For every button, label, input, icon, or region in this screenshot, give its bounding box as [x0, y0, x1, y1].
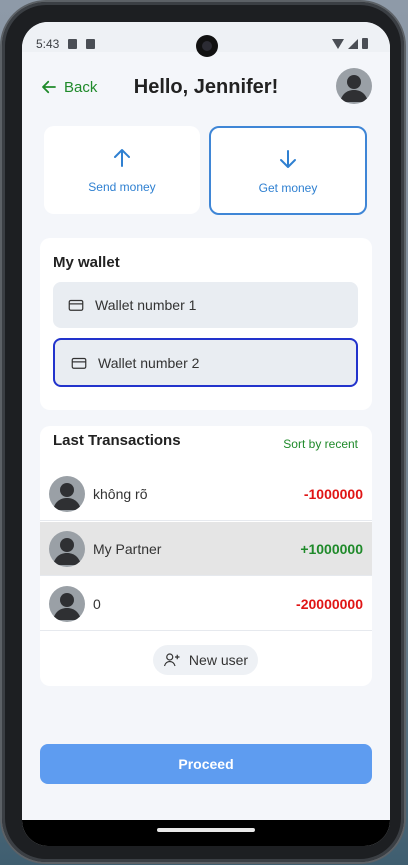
sort-by-recent-link[interactable]: Sort by recent	[283, 437, 358, 451]
sim-card-icon	[86, 39, 95, 49]
front-camera	[196, 35, 218, 57]
avatar	[49, 530, 85, 567]
proceed-button[interactable]: Proceed	[40, 744, 372, 784]
user-avatar-icon	[340, 75, 368, 102]
get-money-label: Get money	[258, 180, 318, 195]
transaction-row[interactable]: 0 -20000000	[40, 577, 372, 631]
status-time: 5:43	[36, 37, 60, 51]
wallet-title: My wallet	[53, 254, 120, 271]
transaction-row[interactable]: My Partner +1000000	[40, 522, 372, 576]
battery-icon	[362, 38, 368, 49]
get-money-button[interactable]: Get money	[209, 126, 367, 215]
transactions-title: Last Transactions	[53, 432, 181, 449]
new-user-label: New user	[188, 652, 249, 668]
app-header: Back Hello, Jennifer!	[22, 66, 390, 106]
signal-icon	[348, 38, 358, 49]
page-title: Hello, Jennifer!	[133, 76, 279, 98]
wallet-section: My wallet Wallet number 1 Wallet number …	[40, 238, 372, 410]
send-money-label: Send money	[88, 180, 156, 194]
status-icons	[332, 38, 368, 49]
credit-card-icon	[68, 299, 84, 311]
wallet-item-2[interactable]: Wallet number 2	[53, 338, 358, 387]
add-user-icon	[163, 653, 180, 667]
arrow-down-icon	[280, 149, 296, 168]
transaction-amount: +1000000	[300, 540, 363, 557]
arrow-up-icon	[114, 149, 130, 167]
new-user-button[interactable]: New user	[153, 645, 258, 675]
send-money-button[interactable]: Send money	[44, 126, 200, 214]
home-gesture-bar[interactable]	[157, 828, 255, 832]
user-avatar-icon	[53, 482, 81, 510]
wallet-item-label: Wallet number 2	[98, 354, 200, 371]
transaction-name: My Partner	[93, 540, 162, 557]
user-avatar-icon	[53, 537, 81, 565]
app-screen: 5:43 Back Hello, Jennifer! Send money Ge…	[22, 22, 390, 846]
credit-card-icon	[71, 357, 87, 369]
avatar	[49, 475, 85, 512]
transaction-amount: -20000000	[296, 595, 363, 612]
user-avatar-icon	[53, 592, 81, 620]
transaction-row[interactable]: không rõ -1000000	[40, 467, 372, 521]
navigation-bar	[22, 820, 390, 846]
notification-icon	[68, 39, 77, 49]
wifi-icon	[332, 38, 344, 49]
transaction-name: 0	[93, 595, 101, 612]
wallet-item-label: Wallet number 1	[95, 297, 197, 313]
profile-avatar[interactable]	[336, 68, 372, 104]
avatar	[49, 585, 85, 622]
transactions-section: Last Transactions Sort by recent không r…	[40, 426, 372, 686]
transaction-name: không rõ	[93, 485, 148, 502]
wallet-item-1[interactable]: Wallet number 1	[53, 282, 358, 328]
status-bar: 5:43	[22, 22, 390, 57]
transaction-amount: -1000000	[303, 485, 363, 502]
phone-frame: 5:43 Back Hello, Jennifer! Send money Ge…	[2, 2, 404, 862]
